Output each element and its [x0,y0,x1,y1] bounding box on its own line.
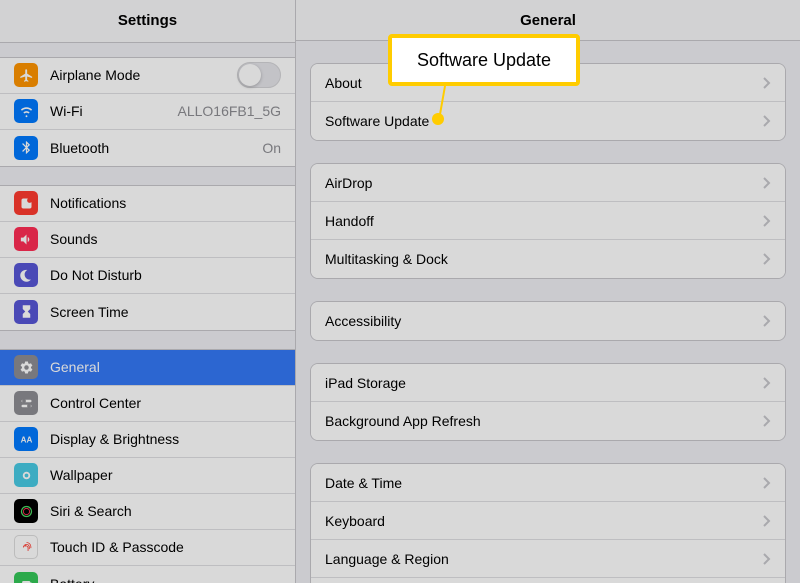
detail-item-handoff[interactable]: Handoff [311,202,785,240]
row-label: iPad Storage [325,375,763,391]
chevron-right-icon [763,515,771,527]
row-label: Siri & Search [50,503,281,519]
fingerprint-icon [14,535,38,559]
detail-item-airdrop[interactable]: AirDrop [311,164,785,202]
row-label: Accessibility [325,313,763,329]
sidebar-group-general: General Control Center AA Display & Brig… [0,349,295,583]
sidebar-title: Settings [0,0,295,43]
detail-item-dictionary[interactable]: Dictionary [311,578,785,583]
gear-icon [14,355,38,379]
row-label: Software Update [325,113,763,129]
settings-sidebar: Settings Airplane Mode Wi-Fi ALLO16FB1_5… [0,0,296,583]
sidebar-item-general[interactable]: General [0,350,295,386]
detail-group-storage: iPad Storage Background App Refresh [310,363,786,441]
chevron-right-icon [763,253,771,265]
row-label: General [50,359,281,375]
row-label: Multitasking & Dock [325,251,763,267]
chevron-right-icon [763,477,771,489]
row-label: Bluetooth [50,140,262,156]
chevron-right-icon [763,177,771,189]
sidebar-item-sounds[interactable]: Sounds [0,222,295,258]
row-label: Background App Refresh [325,413,763,429]
sidebar-item-touchid-passcode[interactable]: Touch ID & Passcode [0,530,295,566]
row-label: Wallpaper [50,467,281,483]
chevron-right-icon [763,553,771,565]
bluetooth-value: On [262,140,281,156]
row-label: AirDrop [325,175,763,191]
detail-group-airdrop: AirDrop Handoff Multitasking & Dock [310,163,786,279]
notifications-icon [14,191,38,215]
chevron-right-icon [763,215,771,227]
moon-icon [14,263,38,287]
chevron-right-icon [763,415,771,427]
sidebar-item-siri-search[interactable]: Siri & Search [0,494,295,530]
detail-panel: General About Software Update AirDrop [296,0,800,583]
sounds-icon [14,227,38,251]
row-label: Touch ID & Passcode [50,539,281,555]
row-label: Screen Time [50,304,281,320]
airplane-mode-toggle[interactable] [237,62,281,88]
detail-item-multitasking-dock[interactable]: Multitasking & Dock [311,240,785,278]
sidebar-item-bluetooth[interactable]: Bluetooth On [0,130,295,166]
switches-icon [14,391,38,415]
wifi-value: ALLO16FB1_5G [177,103,281,119]
row-label: Notifications [50,195,281,211]
row-label: Control Center [50,395,281,411]
sidebar-item-display-brightness[interactable]: AA Display & Brightness [0,422,295,458]
brightness-icon: AA [14,427,38,451]
battery-icon [14,572,38,583]
detail-group-datetime: Date & Time Keyboard Language & Region D… [310,463,786,583]
wifi-icon [14,99,38,123]
row-label: Display & Brightness [50,431,281,447]
row-label: Do Not Disturb [50,267,281,283]
sidebar-group-notifications: Notifications Sounds Do Not Disturb [0,185,295,331]
chevron-right-icon [763,377,771,389]
row-label: Language & Region [325,551,763,567]
sidebar-item-screen-time[interactable]: Screen Time [0,294,295,330]
sidebar-item-do-not-disturb[interactable]: Do Not Disturb [0,258,295,294]
siri-icon [14,499,38,523]
sidebar-item-airplane-mode[interactable]: Airplane Mode [0,58,295,94]
airplane-icon [14,63,38,87]
detail-item-keyboard[interactable]: Keyboard [311,502,785,540]
detail-item-accessibility[interactable]: Accessibility [311,302,785,340]
row-label: Handoff [325,213,763,229]
detail-item-background-app-refresh[interactable]: Background App Refresh [311,402,785,440]
chevron-right-icon [763,115,771,127]
detail-item-ipad-storage[interactable]: iPad Storage [311,364,785,402]
sidebar-item-wifi[interactable]: Wi-Fi ALLO16FB1_5G [0,94,295,130]
row-label: Airplane Mode [50,67,237,83]
chevron-right-icon [763,315,771,327]
row-label: Battery [50,576,281,583]
row-label: Date & Time [325,475,763,491]
sidebar-item-notifications[interactable]: Notifications [0,186,295,222]
bluetooth-icon [14,136,38,160]
row-label: Sounds [50,231,281,247]
svg-text:AA: AA [20,435,32,444]
sidebar-item-control-center[interactable]: Control Center [0,386,295,422]
callout-box: Software Update [388,34,580,86]
detail-item-software-update[interactable]: Software Update [311,102,785,140]
sidebar-group-network: Airplane Mode Wi-Fi ALLO16FB1_5G Bluetoo… [0,57,295,167]
hourglass-icon [14,300,38,324]
detail-item-language-region[interactable]: Language & Region [311,540,785,578]
detail-group-accessibility: Accessibility [310,301,786,341]
sidebar-item-wallpaper[interactable]: Wallpaper [0,458,295,494]
chevron-right-icon [763,77,771,89]
wallpaper-icon [14,463,38,487]
row-label: Keyboard [325,513,763,529]
detail-item-date-time[interactable]: Date & Time [311,464,785,502]
callout-dot [432,113,444,125]
sidebar-item-battery[interactable]: Battery [0,566,295,583]
row-label: Wi-Fi [50,103,177,119]
